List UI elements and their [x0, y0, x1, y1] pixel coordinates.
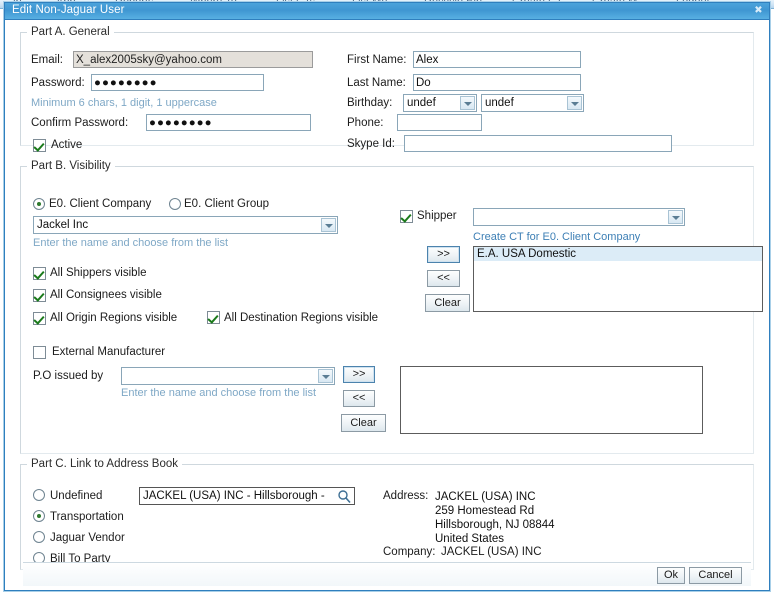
email-field[interactable] [73, 51, 313, 68]
part-c-legend: Part C. Link to Address Book [31, 458, 179, 470]
birthday-month-value: undef [407, 97, 436, 109]
po-remove-button[interactable]: << [343, 390, 375, 407]
shipper-label: Shipper [417, 210, 457, 222]
company-label: Company: [383, 546, 436, 558]
active-checkbox[interactable] [33, 139, 46, 152]
part-a-legend: Part A. General [31, 26, 110, 38]
dialog-title: Edit Non-Jaguar User [12, 4, 125, 16]
part-c-link-to-address-book: Part C. Link to Address Book Undefined T… [20, 458, 754, 570]
password-hint: Minimum 6 chars, 1 digit, 1 uppercase [31, 97, 217, 109]
shipper-checkbox[interactable] [400, 210, 413, 223]
cancel-button[interactable]: Cancel [689, 567, 742, 584]
create-ct-link[interactable]: Create CT for E0. Client Company [473, 231, 640, 243]
po-issued-by-listbox[interactable] [400, 366, 703, 434]
po-issued-by-select[interactable] [121, 367, 335, 385]
dialog-content: Part A. General Email: Password: Minimum… [14, 20, 763, 590]
radio-e0-client-company[interactable] [33, 198, 45, 210]
edit-non-jaguar-user-dialog: Edit Non-Jaguar User ✖ Part A. General E… [4, 2, 770, 591]
chevron-down-icon[interactable] [321, 218, 336, 232]
ct-listbox[interactable]: E.A. USA Domestic [473, 246, 763, 312]
address-book-lookup-value: JACKEL (USA) INC - Hillsborough - [143, 490, 325, 502]
password-field[interactable] [91, 74, 264, 91]
radio-transportation[interactable] [33, 510, 45, 522]
last-name-label: Last Name: [347, 77, 406, 89]
confirm-password-field[interactable] [146, 114, 311, 131]
birthday-day-select[interactable]: undef [481, 94, 584, 112]
ct-add-button[interactable]: >> [427, 246, 460, 263]
all-destination-regions-visible-checkbox[interactable] [207, 311, 220, 324]
all-origin-regions-visible-label: All Origin Regions visible [50, 312, 178, 324]
dialog-footer: Ok Cancel [23, 562, 751, 586]
part-b-legend: Part B. Visibility [31, 160, 111, 172]
phone-field[interactable] [397, 114, 482, 131]
all-shippers-visible-label: All Shippers visible [50, 267, 147, 279]
po-issued-by-hint: Enter the name and choose from the list [121, 387, 317, 399]
client-company-select[interactable]: Jackel Inc [33, 216, 338, 234]
shipper-select[interactable] [473, 208, 685, 226]
part-b-visibility: Part B. Visibility E0. Client Company E0… [20, 160, 763, 454]
radio-jaguar-vendor[interactable] [33, 531, 45, 543]
first-name-label: First Name: [347, 54, 407, 66]
magnifier-icon[interactable] [337, 489, 352, 504]
all-destination-regions-visible-label: All Destination Regions visible [224, 312, 379, 324]
last-name-field[interactable] [413, 74, 581, 91]
list-item[interactable]: E.A. USA Domestic [474, 247, 762, 261]
address-book-lookup[interactable]: JACKEL (USA) INC - Hillsborough - [139, 487, 355, 505]
confirm-password-label: Confirm Password: [31, 117, 129, 129]
dialog-title-bar[interactable]: Edit Non-Jaguar User ✖ [5, 3, 769, 20]
client-company-hint: Enter the name and choose from the list [33, 237, 229, 249]
all-shippers-visible-checkbox[interactable] [33, 267, 46, 280]
chevron-down-icon[interactable] [460, 96, 475, 110]
skype-label: Skype Id: [347, 138, 395, 150]
ct-remove-button[interactable]: << [427, 270, 460, 287]
dialog-body: Part A. General Email: Password: Minimum… [5, 20, 769, 590]
chevron-down-icon[interactable] [567, 96, 582, 110]
po-add-button[interactable]: >> [343, 366, 375, 383]
ok-button[interactable]: Ok [657, 567, 685, 584]
address-label: Address: [383, 490, 429, 502]
chevron-down-icon[interactable] [318, 369, 333, 383]
active-label: Active [51, 139, 83, 151]
radio-undefined[interactable] [33, 489, 45, 501]
chevron-down-icon[interactable] [668, 210, 683, 224]
external-manufacturer-checkbox[interactable] [33, 346, 46, 359]
radio-e0-client-company-label: E0. Client Company [49, 198, 152, 210]
radio-jaguar-vendor-label: Jaguar Vendor [50, 532, 125, 544]
password-label: Password: [31, 77, 85, 89]
po-issued-by-label: P.O issued by [33, 370, 104, 382]
close-icon[interactable]: ✖ [752, 5, 765, 18]
birthday-label: Birthday: [347, 97, 393, 109]
client-company-value: Jackel Inc [37, 219, 89, 231]
po-clear-button[interactable]: Clear [341, 414, 386, 432]
radio-undefined-label: Undefined [50, 490, 103, 502]
company-value: JACKEL (USA) INC [441, 546, 542, 558]
part-a-general: Part A. General Email: Password: Minimum… [20, 26, 754, 152]
radio-transportation-label: Transportation [50, 511, 124, 523]
phone-label: Phone: [347, 117, 384, 129]
radio-e0-client-group-label: E0. Client Group [184, 198, 270, 210]
external-manufacturer-label: External Manufacturer [52, 346, 166, 358]
ct-clear-button[interactable]: Clear [425, 294, 470, 312]
skype-field[interactable] [404, 135, 672, 152]
radio-e0-client-group[interactable] [169, 198, 181, 210]
email-label: Email: [31, 54, 63, 66]
all-consignees-visible-label: All Consignees visible [50, 289, 162, 301]
birthday-day-value: undef [485, 97, 514, 109]
all-origin-regions-visible-checkbox[interactable] [33, 312, 46, 325]
birthday-month-select[interactable]: undef [403, 94, 477, 112]
all-consignees-visible-checkbox[interactable] [33, 289, 46, 302]
address-value: JACKEL (USA) INC 259 Homestead Rd Hillsb… [435, 491, 555, 545]
first-name-field[interactable] [413, 51, 581, 68]
